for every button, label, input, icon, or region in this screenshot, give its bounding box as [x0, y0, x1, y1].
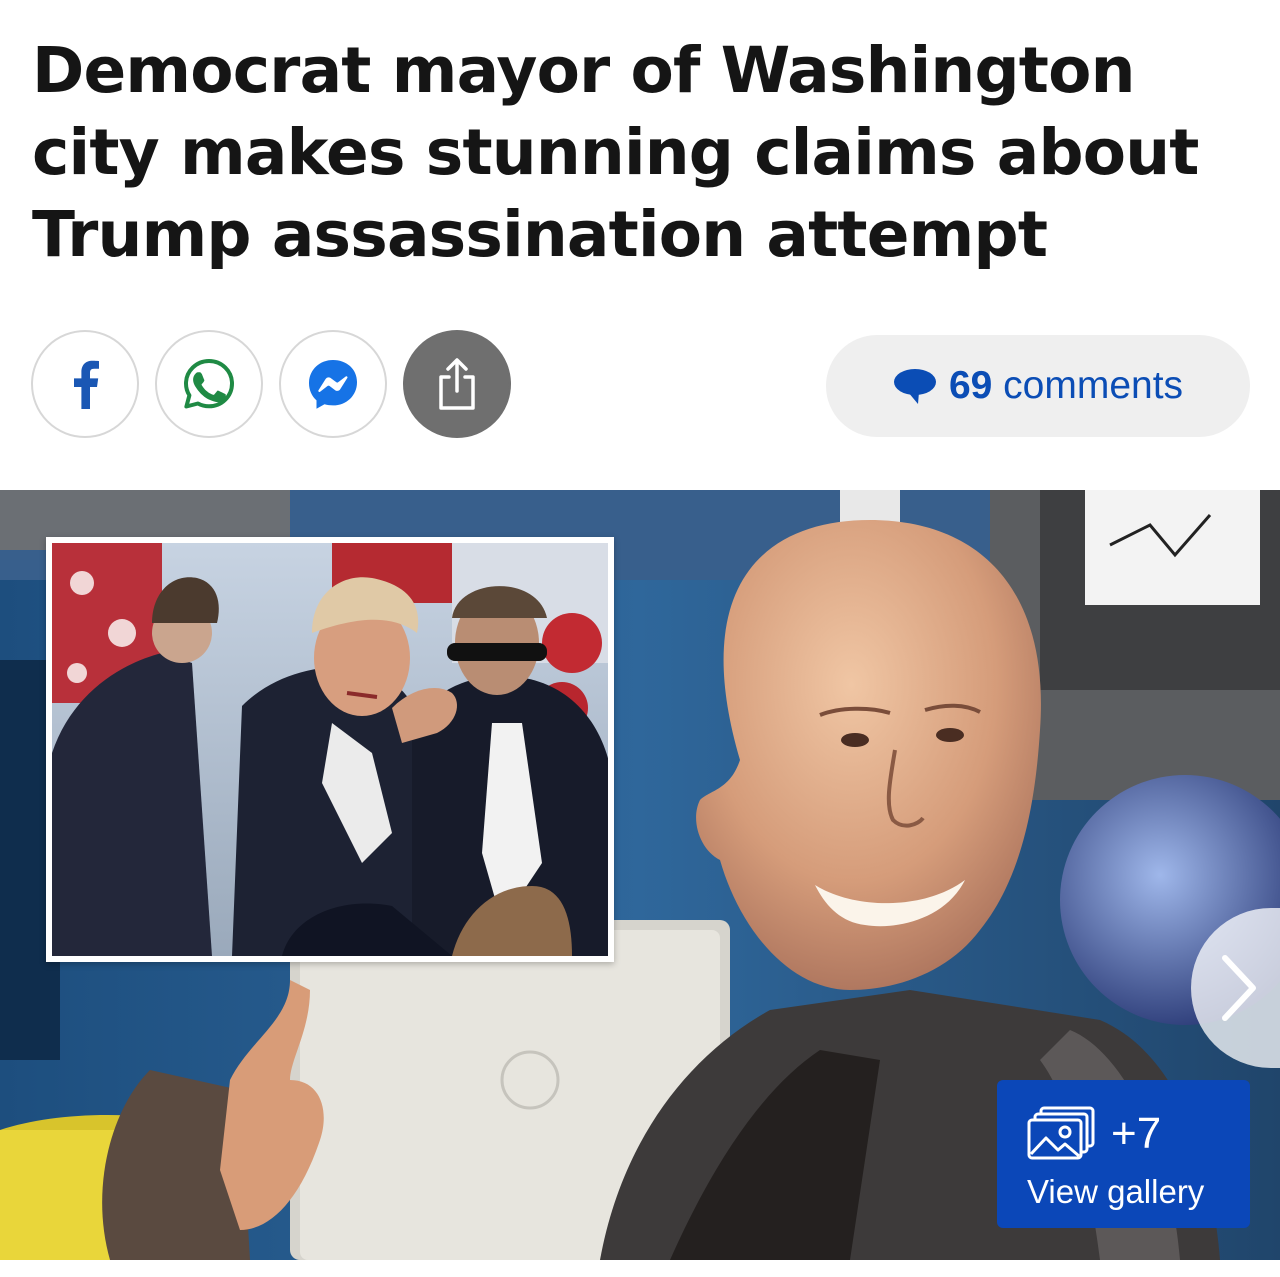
- share-toolbar: [31, 330, 511, 442]
- inset-photo: [46, 537, 614, 962]
- article-page: Democrat mayor of Washington city makes …: [0, 0, 1280, 1277]
- share-icon: [439, 358, 475, 410]
- gallery-top-row: +7: [1027, 1106, 1250, 1162]
- article-headline: Democrat mayor of Washington city makes …: [32, 34, 1199, 271]
- whatsapp-icon: [184, 359, 234, 409]
- inset-photo-image: [52, 543, 608, 956]
- gallery-label: View gallery: [1027, 1173, 1205, 1210]
- speech-bubble-icon: [893, 369, 936, 404]
- view-gallery-button[interactable]: +7 View gallery: [997, 1080, 1250, 1228]
- gallery-count: +7: [1111, 1109, 1162, 1158]
- comments-count: 69: [948, 364, 993, 407]
- facebook-icon: [74, 360, 99, 409]
- share-button[interactable]: [403, 330, 511, 438]
- facebook-share-button[interactable]: [31, 330, 139, 438]
- messenger-share-button[interactable]: [279, 330, 387, 438]
- chevron-right-icon: [1222, 955, 1256, 1021]
- comments-button[interactable]: 69 comments: [826, 335, 1250, 437]
- whatsapp-share-button[interactable]: [155, 330, 263, 438]
- messenger-icon: [309, 360, 357, 409]
- image-stack-icon: [1027, 1106, 1095, 1160]
- comments-count-line: 69 comments: [949, 364, 1183, 408]
- hero-image[interactable]: +7 View gallery: [0, 490, 1280, 1260]
- comments-label: comments: [1003, 364, 1184, 407]
